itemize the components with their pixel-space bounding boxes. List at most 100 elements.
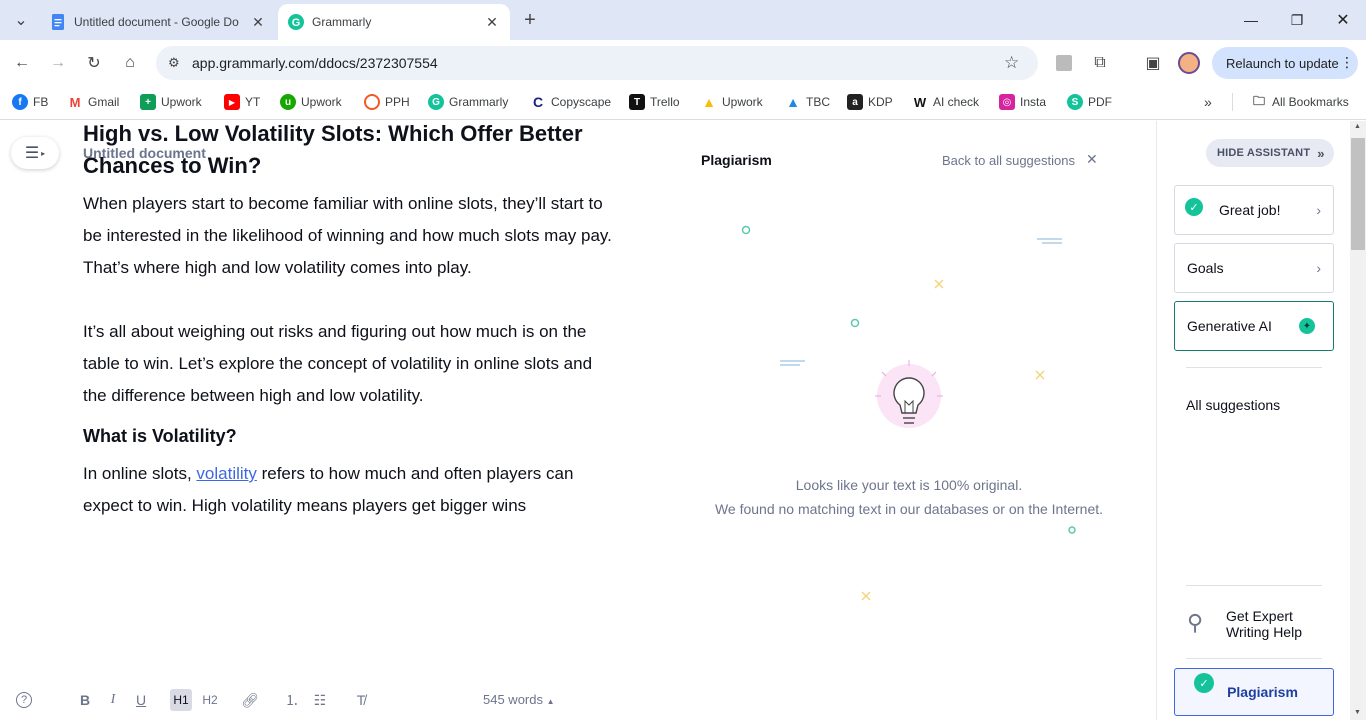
folder-icon: 🗀: [1251, 94, 1267, 110]
svg-text:G: G: [292, 17, 301, 29]
divider: [1186, 658, 1322, 659]
bookmark-tbc[interactable]: ▲ TBC: [785, 93, 830, 111]
double-chevron-right-icon: »: [1317, 145, 1325, 161]
drive-icon: ▲: [701, 94, 717, 110]
window-close-icon[interactable]: ✕: [1320, 0, 1366, 40]
w-icon: W: [912, 94, 928, 110]
all-suggestions-link[interactable]: All suggestions: [1186, 397, 1280, 413]
bookmark-grammarly[interactable]: G Grammarly: [428, 93, 508, 111]
amazon-icon: a: [847, 94, 863, 110]
expert-writing-help-link[interactable]: Get Expert Writing Help: [1226, 608, 1326, 640]
upwork-icon: u: [280, 94, 296, 110]
link-icon[interactable]: 🔗︎: [239, 689, 261, 711]
plagiarism-card[interactable]: ✓ Plagiarism: [1174, 668, 1334, 716]
profile-avatar[interactable]: [1176, 50, 1202, 76]
hide-assistant-button[interactable]: HIDE ASSISTANT »: [1206, 139, 1334, 167]
underline-button[interactable]: U: [130, 689, 152, 711]
word-count[interactable]: 545 words ▲: [483, 692, 555, 707]
heading2-button[interactable]: H2: [199, 689, 221, 711]
bookmark-star-icon[interactable]: ☆: [1004, 53, 1019, 73]
address-bar[interactable]: ⚙ app.grammarly.com/ddocs/2372307554 ☆: [156, 46, 1038, 80]
generative-ai-icon: ✦: [1299, 318, 1315, 334]
tab-google-docs[interactable]: Untitled document - Google Do ✕: [40, 4, 276, 40]
restore-icon[interactable]: ❐: [1274, 0, 1320, 40]
bookmark-trello[interactable]: T Trello: [629, 93, 680, 111]
close-icon[interactable]: ✕: [1086, 151, 1098, 168]
relaunch-button[interactable]: Relaunch to update ⋮: [1212, 47, 1358, 79]
paragraph: In online slots, volatility refers to ho…: [83, 464, 574, 515]
trello-icon: T: [629, 94, 645, 110]
more-menu-icon[interactable]: ⋮: [1340, 54, 1354, 71]
gmail-icon: M: [67, 94, 83, 110]
format-toolbar: ? B I U H1 H2 🔗︎ ⒈ ☷ T̸ 545 words ▲: [0, 680, 620, 720]
bookmark-fb[interactable]: f FB: [12, 93, 48, 111]
facebook-icon: f: [12, 94, 28, 110]
site-info-icon[interactable]: ⚙: [168, 55, 180, 71]
extension-translate-icon[interactable]: [1051, 50, 1077, 76]
expert-person-icon: ⚲: [1187, 610, 1204, 635]
pph-icon: [364, 94, 380, 110]
generative-ai-card[interactable]: Generative AI ✦: [1174, 301, 1334, 351]
new-tab-icon[interactable]: +: [517, 7, 543, 33]
assistant-sidebar: HIDE ASSISTANT » ✓ Great job! › Goals › …: [1156, 121, 1350, 720]
bookmark-yt[interactable]: ▶ YT: [224, 93, 260, 111]
document-heading-2: What is Volatility?: [83, 426, 237, 446]
bookmark-insta[interactable]: ◎ Insta: [999, 93, 1046, 111]
clear-formatting-icon[interactable]: T̸: [350, 689, 372, 711]
scrollbar-thumb[interactable]: [1351, 138, 1365, 250]
home-icon[interactable]: ⌂: [117, 50, 143, 76]
heading1-button[interactable]: H1: [170, 689, 192, 711]
chevron-right-icon: ›: [1316, 202, 1321, 218]
tab-grammarly[interactable]: G Grammarly ✕: [278, 4, 510, 40]
plagiarism-message: Looks like your text is 100% original.: [795, 477, 1023, 493]
pdf-icon: S: [1067, 94, 1083, 110]
italic-button[interactable]: I: [102, 689, 124, 711]
forward-arrow-icon[interactable]: →: [45, 50, 71, 76]
help-icon[interactable]: ?: [16, 692, 32, 708]
scroll-down-arrow-icon[interactable]: ▼: [1354, 709, 1361, 716]
browser-tab-strip: ⌄ Untitled document - Google Do ✕ G Gram…: [0, 0, 1366, 40]
browser-toolbar: ← → ↻ ⌂ ⚙ app.grammarly.com/ddocs/237230…: [0, 40, 1366, 86]
bookmark-upwork-sheets[interactable]: + Upwork: [140, 93, 202, 111]
bookmark-kdp[interactable]: a KDP: [847, 93, 893, 111]
close-icon[interactable]: ✕: [250, 14, 266, 31]
volatility-link[interactable]: volatility: [196, 464, 256, 483]
extensions-icon[interactable]: ⧉: [1087, 50, 1113, 76]
more-bookmarks-icon[interactable]: »: [1204, 93, 1212, 111]
bookmark-upwork-drive[interactable]: ▲ Upwork: [701, 93, 763, 111]
reload-icon[interactable]: ↻: [81, 50, 107, 76]
tab-title: Untitled document - Google Do: [74, 15, 239, 29]
plagiarism-illustration: [741, 225, 1076, 601]
bookmark-gmail[interactable]: M Gmail: [67, 93, 119, 111]
great-job-card[interactable]: ✓ Great job! ›: [1174, 185, 1334, 235]
bulleted-list-icon[interactable]: ☷: [309, 689, 331, 711]
caret-right-icon: ▸: [41, 148, 46, 158]
relaunch-label: Relaunch to update: [1226, 55, 1339, 71]
bookmark-copyscape[interactable]: C Copyscape: [530, 93, 611, 111]
instagram-icon: ◎: [999, 94, 1015, 110]
youtube-icon: ▶: [224, 94, 240, 110]
plagiarism-panel-title: Plagiarism: [701, 152, 772, 168]
numbered-list-icon[interactable]: ⒈: [281, 689, 303, 711]
all-bookmarks[interactable]: 🗀 All Bookmarks: [1251, 93, 1349, 111]
bookmark-pdf[interactable]: S PDF: [1067, 93, 1112, 111]
goals-card[interactable]: Goals ›: [1174, 243, 1334, 293]
divider: [1186, 585, 1322, 586]
document-heading-1: High vs. Low Volatility Slots: Which Off…: [83, 121, 583, 178]
back-arrow-icon[interactable]: ←: [9, 50, 35, 76]
minimize-icon[interactable]: —: [1228, 0, 1274, 40]
tab-title: Grammarly: [312, 15, 372, 29]
menu-button[interactable]: ☰ ▸: [11, 137, 59, 169]
bookmark-ai-check[interactable]: W AI check: [912, 93, 979, 111]
bookmark-upwork[interactable]: u Upwork: [280, 93, 342, 111]
side-panel-icon[interactable]: ▣: [1140, 50, 1166, 76]
google-docs-icon: [52, 14, 64, 30]
tab-search-icon[interactable]: ⌄: [8, 7, 34, 33]
document-editor[interactable]: High vs. Low Volatility Slots: Which Off…: [83, 118, 613, 548]
bold-button[interactable]: B: [74, 689, 96, 711]
bookmarks-bar: f FB M Gmail + Upwork ▶ YT u Upwork PPH G Gram…: [0, 86, 1366, 120]
close-icon[interactable]: ✕: [484, 14, 500, 31]
back-to-suggestions-link[interactable]: Back to all suggestions: [942, 153, 1075, 168]
scroll-up-arrow-icon[interactable]: ▲: [1354, 123, 1361, 130]
bookmark-pph[interactable]: PPH: [364, 93, 410, 111]
